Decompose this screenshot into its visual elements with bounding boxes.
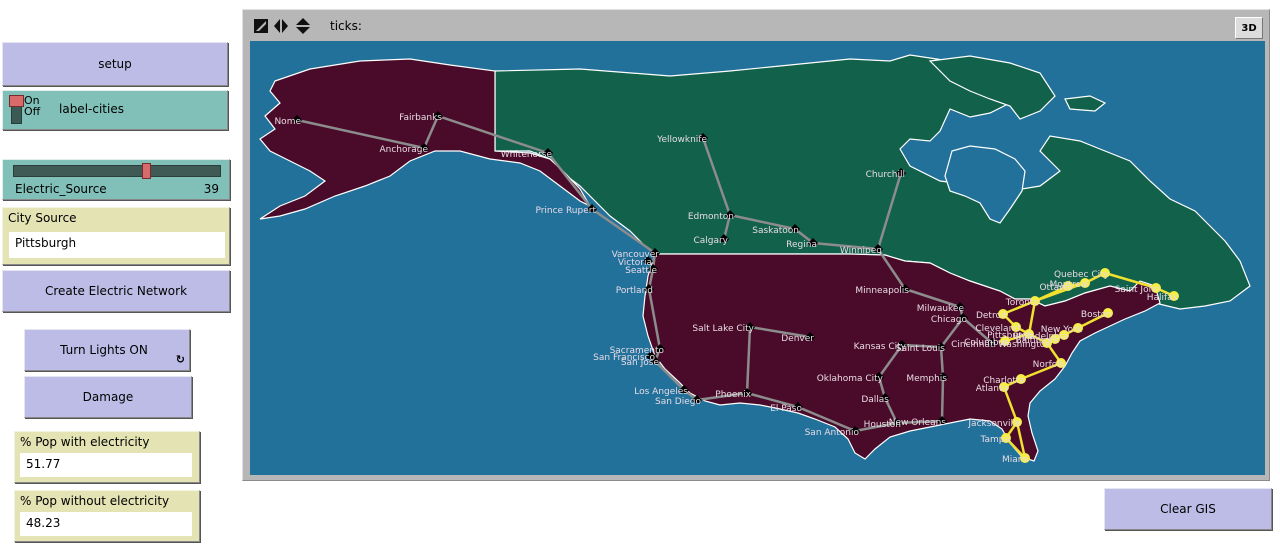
turn-lights-on-label: Turn Lights ON [60,343,148,357]
damage-label: Damage [82,390,134,404]
switch-state-labels: On Off [24,95,40,117]
turn-lights-on-button[interactable]: Turn Lights ON ↻ [24,329,190,371]
setup-button[interactable]: setup [2,42,228,86]
city-label: Saskatoon [752,226,799,236]
slider-value: 39 [203,182,219,196]
city-label: Norfolk [1033,360,1066,370]
city-label: Edmonton [688,212,734,222]
vertical-arrows-icon[interactable] [295,18,311,34]
city-label: Salt Lake City [692,324,754,334]
create-electric-network-button[interactable]: Create Electric Network [2,270,230,312]
arctic-island-east [1064,95,1107,112]
city-label: Oklahoma City [817,374,884,384]
city-label: Halifax [1147,293,1179,303]
city-label: Jacksonville [967,419,1021,429]
city-label: Nome [274,117,301,127]
city-label: Calgary [693,236,728,246]
city-label: San Antonio [805,428,860,438]
city-label: Detroit [976,311,1008,321]
city-label: Denver [781,334,814,344]
clear-gis-button[interactable]: Clear GIS [1104,488,1272,530]
city-source-label: City Source [8,211,77,225]
city-source-input[interactable]: Pittsburgh [9,232,225,258]
city-label: Chicago [931,315,968,325]
monitor-with-value: 51.77 [20,453,192,477]
switch-off-label: Off [24,105,41,118]
city-label: Seattle [625,266,657,276]
city-label: Dallas [861,395,889,405]
city-label: Winnipeg [840,246,882,256]
city-label: Whitehorse [501,150,553,160]
forever-loop-icon: ↻ [175,353,185,366]
city-label: Churchill [866,170,905,180]
city-label: Milwaukee [917,304,965,314]
switch-name: label-cities [59,102,124,116]
electric-source-slider[interactable]: Electric_Source 39 [2,159,230,200]
slider-handle[interactable] [142,163,152,179]
city-label: Portland [616,286,653,296]
city-label: El Paso [770,404,802,414]
city-label: Atlanta [976,384,1008,394]
city-label: Washington [998,340,1051,350]
view-toolbar: ticks: 3D [243,10,1269,42]
city-label: Memphis [906,374,947,384]
horizontal-arrows-icon[interactable] [273,18,289,34]
switch-knob[interactable] [9,95,24,107]
city-label: Toronto [1005,298,1040,308]
city-label: Phoenix [715,390,751,400]
label-cities-switch[interactable]: On Off label-cities [2,90,228,130]
city-label: Tampa [979,435,1010,445]
city-label: Fairbanks [399,113,442,123]
city-label: Quebec City [1054,270,1110,280]
city-label: Los Angeles [634,387,688,397]
city-label: Anchorage [380,145,429,155]
city-label: Boston [1081,310,1112,320]
city-label: Prince Rupert [535,206,596,216]
damage-button[interactable]: Damage [24,376,192,418]
city-label: San Jose [621,358,660,368]
clear-gis-label: Clear GIS [1160,502,1216,516]
city-label: Saint Louis [896,344,945,354]
setup-label: setup [98,57,132,71]
city-label: San Diego [655,397,701,407]
wrap-icon[interactable] [253,18,269,34]
create-electric-network-label: Create Electric Network [44,284,188,298]
monitor-pop-with-electricity: % Pop with electricity 51.77 [14,431,200,483]
ticks-label: ticks: [330,19,362,33]
world-view: ticks: 3D Nome Fairbanks Anchorage Whitehor… [242,9,1270,481]
city-source-input-box: City Source Pittsburgh [2,207,230,265]
city-label: New Orleans [889,418,947,428]
map-svg: Nome Fairbanks Anchorage Whitehorse Prince R… [259,54,1251,465]
map-canvas[interactable]: Nome Fairbanks Anchorage Whitehorse Prince R… [250,41,1265,475]
3d-view-button[interactable]: 3D [1235,17,1263,39]
city-label: Minneapolis [855,286,909,296]
monitor-with-label: % Pop with electricity [20,435,150,449]
slider-name: Electric_Source [15,182,107,196]
monitor-without-label: % Pop without electricity [20,494,170,508]
city-label: Miami [1002,455,1029,465]
city-label: Regina [786,240,817,250]
slider-track[interactable] [13,165,221,177]
monitor-without-value: 48.23 [20,512,192,536]
city-label: Yellowknife [656,135,707,145]
city-label: Montreal [1049,280,1089,290]
monitor-pop-without-electricity: % Pop without electricity 48.23 [14,490,200,542]
